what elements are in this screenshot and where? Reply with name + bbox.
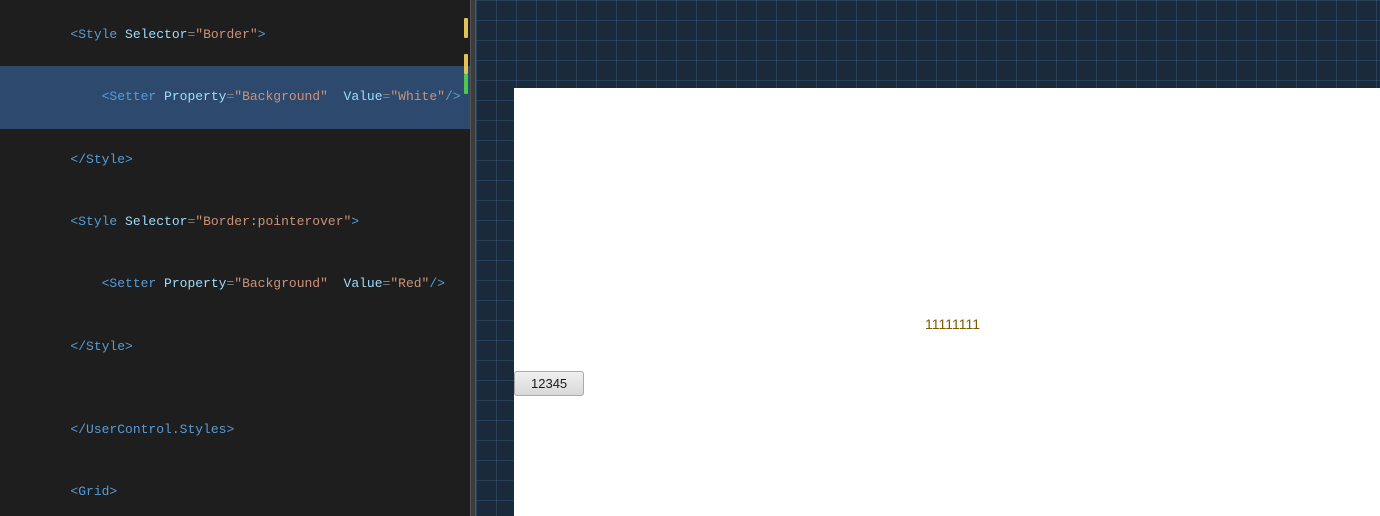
code-editor[interactable]: <Style Selector="Border"> <Setter Proper… xyxy=(0,0,470,516)
preview-panel: 12345 11111111 xyxy=(476,0,1380,516)
code-line-9: <Grid> xyxy=(0,462,470,516)
code-line-8: </UserControl.Styles> xyxy=(0,399,470,461)
xml-tag: <Style xyxy=(70,27,125,42)
indicator-green xyxy=(464,74,468,94)
code-line-1: <Style Selector="Border"> xyxy=(0,4,470,66)
indicator-yellow-1 xyxy=(464,18,468,38)
code-line-4: <Style Selector="Border:pointerover"> xyxy=(0,191,470,253)
indicator-yellow-2 xyxy=(464,54,468,74)
code-lines: <Style Selector="Border"> <Setter Proper… xyxy=(0,0,470,516)
preview-content-area: 12345 11111111 xyxy=(514,88,1380,516)
preview-textblock: 11111111 xyxy=(925,316,980,332)
code-line-7 xyxy=(0,378,470,399)
code-line-6: </Style> xyxy=(0,316,470,378)
code-line-2: <Setter Property="Background" Value="Whi… xyxy=(0,66,470,128)
preview-button[interactable]: 12345 xyxy=(514,371,584,396)
xml-value: "Border" xyxy=(195,27,257,42)
xml-attr: Selector xyxy=(125,27,187,42)
code-line-5: <Setter Property="Background" Value="Red… xyxy=(0,254,470,316)
code-line-3: </Style> xyxy=(0,129,470,191)
